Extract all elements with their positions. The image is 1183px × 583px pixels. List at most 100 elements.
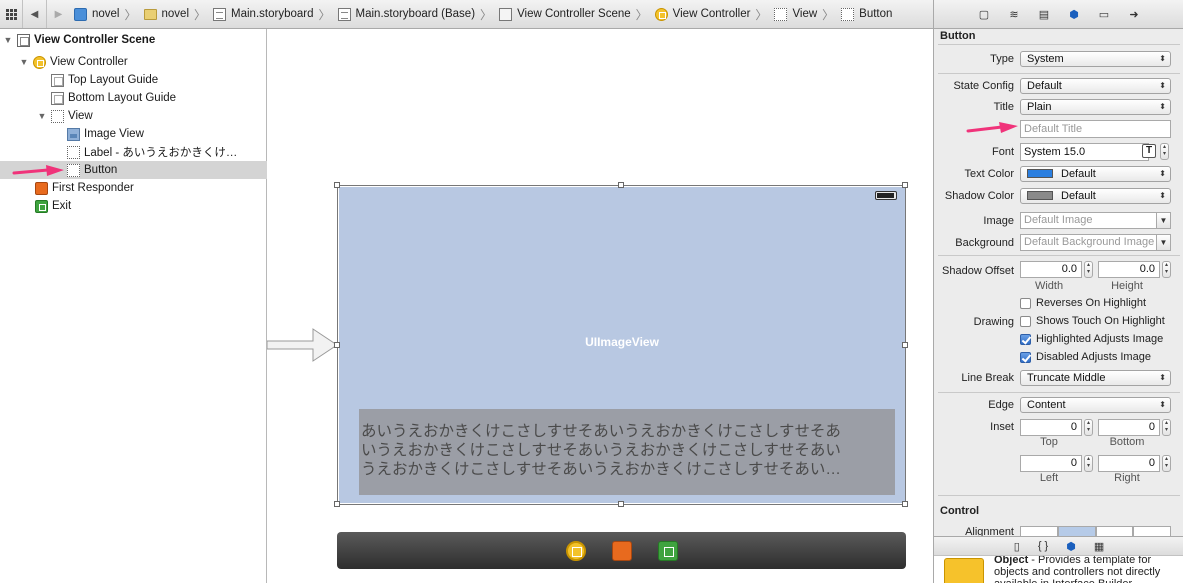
- highlighted-adjusts-image-checkbox[interactable]: Highlighted Adjusts Image: [1020, 333, 1163, 345]
- shadow-offset-width-field[interactable]: 0.0: [1020, 261, 1082, 278]
- disclosure-triangle-icon[interactable]: ▼: [19, 57, 29, 67]
- title-field[interactable]: Default Title: [1020, 120, 1171, 138]
- inset-left-stepper[interactable]: ▴ ▾: [1084, 455, 1093, 472]
- disclosure-triangle-icon[interactable]: ▼: [3, 35, 13, 45]
- inset-top-stepper[interactable]: ▴ ▾: [1084, 419, 1093, 436]
- exit-icon[interactable]: [657, 540, 678, 561]
- chevron-down-icon[interactable]: ▼: [1156, 235, 1170, 250]
- shadow-color-popup[interactable]: Default ⬍: [1020, 188, 1171, 204]
- outline-item-top-layout-guide[interactable]: Top Layout Guide: [0, 71, 267, 89]
- attributes-inspector-icon[interactable]: ⬢: [1066, 7, 1082, 21]
- disabled-adjusts-image-checkbox[interactable]: Disabled Adjusts Image: [1020, 351, 1151, 363]
- identity-inspector-icon[interactable]: ▤: [1036, 7, 1052, 21]
- text-color-label: Text Color: [964, 168, 1014, 180]
- outline-item-view[interactable]: ▼ View: [0, 107, 267, 125]
- font-size-stepper[interactable]: ▴ ▾: [1160, 143, 1169, 160]
- breadcrumb-view-controller[interactable]: View Controller 〉: [651, 0, 771, 28]
- font-field[interactable]: System 15.0: [1020, 143, 1149, 161]
- breadcrumb-view[interactable]: View 〉: [770, 0, 837, 28]
- label-icon: [67, 145, 80, 159]
- text-color-popup[interactable]: Default ⬍: [1020, 166, 1171, 182]
- inset-label: Inset: [990, 421, 1014, 433]
- align-left-icon[interactable]: [1020, 526, 1058, 536]
- shadow-offset-height-field[interactable]: 0.0: [1098, 261, 1160, 278]
- title-popup[interactable]: Plain ⬍: [1020, 99, 1171, 115]
- background-label: Background: [955, 237, 1014, 249]
- divider: [938, 495, 1180, 496]
- disclosure-triangle-icon[interactable]: ▼: [37, 111, 47, 121]
- align-center-icon[interactable]: [1057, 526, 1096, 536]
- quick-help-icon[interactable]: ≋: [1006, 7, 1022, 21]
- inset-right-field[interactable]: 0: [1098, 455, 1160, 472]
- outline-item-exit[interactable]: Exit: [0, 197, 267, 215]
- resize-handle[interactable]: [334, 501, 340, 507]
- outline-item-image-view[interactable]: Image View: [0, 125, 267, 143]
- connections-inspector-icon[interactable]: ➜: [1126, 7, 1142, 21]
- related-items-icon[interactable]: [0, 0, 22, 28]
- align-right-icon[interactable]: [1095, 526, 1134, 536]
- text-label[interactable]: あいうえおかきくけこさしすせそあいうえおかきくけこさしすせそあ いうえおかきくけ…: [359, 409, 895, 495]
- resize-handle[interactable]: [334, 342, 340, 348]
- right-sublabel: Right: [1114, 472, 1140, 484]
- background-combo[interactable]: Default Background Image ▼: [1020, 234, 1171, 251]
- object-library-icon[interactable]: ⬢: [1066, 540, 1076, 553]
- outline-item-bottom-layout-guide[interactable]: Bottom Layout Guide: [0, 89, 267, 107]
- storyboard-canvas[interactable]: UIImageView あいうえおかきくけこさしすせそあいうえおかきくけこさしす…: [267, 29, 933, 583]
- media-library-icon[interactable]: ▦: [1094, 540, 1104, 553]
- outline-item-label[interactable]: Label - あいうえおかきくけ…: [0, 143, 267, 161]
- state-config-popup[interactable]: Default ⬍: [1020, 78, 1171, 94]
- divider: [938, 255, 1180, 256]
- image-combo[interactable]: Default Image ▼: [1020, 212, 1171, 229]
- inset-bottom-stepper[interactable]: ▴ ▾: [1162, 419, 1171, 436]
- reverses-on-highlight-checkbox[interactable]: Reverses On Highlight: [1020, 297, 1146, 309]
- resize-handle[interactable]: [902, 342, 908, 348]
- code-snippet-icon[interactable]: { }: [1038, 540, 1048, 552]
- file-template-icon[interactable]: ▯: [1014, 540, 1020, 553]
- shows-touch-checkbox[interactable]: Shows Touch On Highlight: [1020, 315, 1165, 327]
- breadcrumb-storyboard[interactable]: Main.storyboard 〉: [209, 0, 333, 28]
- edge-label: Edge: [988, 399, 1014, 411]
- resize-handle[interactable]: [902, 182, 908, 188]
- forward-arrow-icon[interactable]: ▶: [46, 0, 70, 28]
- inspector-body: Button Type System ⬍ State Config Default…: [934, 29, 1183, 536]
- image-view-placeholder-label: UIImageView: [585, 335, 659, 349]
- shadow-color-label: Shadow Color: [944, 190, 1014, 202]
- layout-guide-icon: [51, 73, 64, 87]
- breadcrumb-storyboard-base[interactable]: Main.storyboard (Base) 〉: [334, 0, 496, 28]
- resize-handle[interactable]: [334, 182, 340, 188]
- library-item-object[interactable]: Object - Provides a template for objects…: [934, 556, 1183, 583]
- inset-bottom-field[interactable]: 0: [1098, 419, 1160, 436]
- popup-arrows-icon: ⬍: [1159, 191, 1166, 200]
- back-arrow-icon[interactable]: ◀: [22, 0, 46, 28]
- alignment-segmented-control[interactable]: [1020, 526, 1171, 536]
- outline-item-scene[interactable]: ▼ View Controller Scene: [0, 31, 267, 49]
- outline-item-view-controller[interactable]: ▼ View Controller: [0, 53, 267, 71]
- size-inspector-icon[interactable]: ▭: [1096, 7, 1112, 21]
- view-controller-icon[interactable]: [565, 540, 586, 561]
- inset-right-stepper[interactable]: ▴ ▾: [1162, 455, 1171, 472]
- view-controller-scene[interactable]: UIImageView あいうえおかきくけこさしすせそあいうえおかきくけこさしす…: [337, 185, 906, 505]
- inset-left-field[interactable]: 0: [1020, 455, 1082, 472]
- outline-item-first-responder[interactable]: First Responder: [0, 179, 267, 197]
- breadcrumb-button[interactable]: Button: [837, 0, 895, 28]
- resize-handle[interactable]: [618, 501, 624, 507]
- breadcrumb-project[interactable]: novel 〉: [70, 0, 140, 28]
- align-fill-icon[interactable]: [1133, 526, 1171, 536]
- image-view[interactable]: UIImageView あいうえおかきくけこさしすせそあいうえおかきくけこさしす…: [339, 187, 905, 503]
- chevron-down-icon[interactable]: ▼: [1156, 213, 1170, 228]
- chevron-right-icon: 〉: [635, 7, 648, 22]
- line-break-popup[interactable]: Truncate Middle ⬍: [1020, 370, 1171, 386]
- resize-handle[interactable]: [902, 501, 908, 507]
- inset-top-field[interactable]: 0: [1020, 419, 1082, 436]
- type-popup[interactable]: System ⬍: [1020, 51, 1171, 67]
- font-picker-icon[interactable]: T: [1142, 144, 1156, 158]
- shadow-offset-height-stepper[interactable]: ▴ ▾: [1162, 261, 1171, 278]
- edge-popup[interactable]: Content ⬍: [1020, 397, 1171, 413]
- view-icon: [51, 109, 64, 123]
- breadcrumb-folder[interactable]: novel 〉: [140, 0, 210, 28]
- first-responder-icon[interactable]: [611, 540, 632, 561]
- file-inspector-icon[interactable]: ▢: [976, 7, 992, 21]
- shadow-offset-width-stepper[interactable]: ▴ ▾: [1084, 261, 1093, 278]
- breadcrumb-scene[interactable]: View Controller Scene 〉: [495, 0, 651, 28]
- resize-handle[interactable]: [618, 182, 624, 188]
